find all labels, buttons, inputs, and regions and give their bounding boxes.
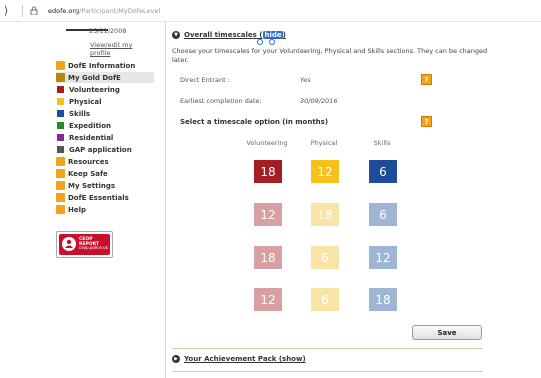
hide-link[interactable]: hide [263,31,283,39]
nav-label: GAP application [69,145,132,154]
main-content: ▼ Overall timescales (hide) Choose your … [165,22,495,378]
help-icon[interactable]: ? [421,116,432,127]
column-header-volunteering: Volunteering [246,139,288,147]
achievement-pack-header[interactable]: ▶ Your Achievement Pack (show) [172,355,306,363]
sidebar: 25/11/2008 View/edit my profile DofE Inf… [56,22,154,378]
nav-label: Skills [69,109,91,118]
ceop-badge: CEOP REPORT ceop.police.uk [59,234,110,255]
paren-open: ( [256,31,263,39]
url-domain: edofe.org [48,7,80,15]
option-1-physical[interactable]: 12 [311,160,339,183]
nav-label: Resources [68,157,109,166]
intro-text: Choose your timescales for your Voluntee… [172,47,488,64]
nav-label: Keep Safe [68,169,108,178]
lock-icon [30,6,38,15]
nav-keep-safe[interactable]: Keep Safe [56,168,154,179]
square-icon [57,122,64,129]
nav-expedition[interactable]: Expedition [56,120,154,131]
achievement-pack-link[interactable]: Your Achievement Pack (show) [184,355,306,363]
timescale-select-label: Select a timescale option (in months) [180,118,329,126]
content-border [165,22,166,378]
folder-icon [56,73,65,82]
square-icon [57,110,64,117]
nav-label: DofE Essentials [68,193,129,202]
help-icon [56,205,65,214]
ceop-url: ceop.police.uk [79,245,108,250]
nav-label: Expedition [69,121,112,130]
essentials-icon [56,193,65,202]
back-icon[interactable]: ⟩ [4,4,8,17]
nav-my-gold-dofe[interactable]: My Gold DofE [56,72,154,83]
direct-entrant-value: Yes [300,76,311,84]
option-2-physical[interactable]: 18 [311,203,339,226]
option-3-physical[interactable]: 6 [311,246,339,269]
ceop-logo-icon [62,237,76,251]
section-divider [172,348,482,349]
collapse-arrow-icon[interactable]: ▼ [172,31,180,39]
nav-help[interactable]: Help [56,204,154,215]
square-icon [57,86,64,93]
browser-address-bar: ⟩ edofe.org/Participant/MyDofeLevel [0,0,541,22]
cursor-icon [257,39,277,47]
paren-close: ) [282,31,286,39]
nav-label: Physical [69,97,102,106]
earliest-completion-label: Earliest completion date: [180,97,262,105]
direct-entrant-label: Direct Entrant : [180,76,230,84]
nav-volunteering[interactable]: Volunteering [56,84,154,95]
square-icon [57,146,64,153]
profile-date: 25/11/2008 [89,27,127,35]
section-divider [172,371,482,372]
divider [22,5,23,17]
option-4-volunteering[interactable]: 12 [254,288,282,311]
nav-label: My Settings [68,181,116,190]
option-2-volunteering[interactable]: 12 [254,203,282,226]
option-4-skills[interactable]: 18 [369,288,397,311]
expand-arrow-icon[interactable]: ▶ [172,355,180,363]
option-1-volunteering[interactable]: 18 [254,160,282,183]
nav-gap-application[interactable]: GAP application [56,144,154,155]
help-icon[interactable]: ? [421,74,432,85]
edit-profile-link[interactable]: View/edit my profile [90,41,154,57]
nav-label: DofE Information [68,61,136,70]
option-3-skills[interactable]: 12 [369,246,397,269]
option-3-volunteering[interactable]: 18 [254,246,282,269]
column-header-skills: Skills [373,139,391,147]
column-header-physical: Physical [310,139,338,147]
info-icon [56,61,65,70]
nav-label: Residential [69,133,114,142]
url-path: /Participant/MyDofeLevel [79,7,161,15]
overall-timescales-header[interactable]: ▼ Overall timescales (hide) [172,31,286,39]
option-4-physical[interactable]: 6 [311,288,339,311]
resources-icon [56,157,65,166]
section-title[interactable]: Overall timescales [184,31,257,39]
shield-icon [56,169,65,178]
square-icon [57,134,64,141]
url-text[interactable]: edofe.org/Participant/MyDofeLevel [48,7,160,15]
square-icon [57,98,64,105]
nav-residential[interactable]: Residential [56,132,154,143]
option-1-skills[interactable]: 6 [369,160,397,183]
nav-physical[interactable]: Physical [56,96,154,107]
nav-label: My Gold DofE [68,73,121,82]
nav-label: Volunteering [69,85,120,94]
nav-dofe-information[interactable]: DofE Information [56,60,154,71]
nav-my-settings[interactable]: My Settings [56,180,154,191]
settings-icon [56,181,65,190]
ceop-report-button[interactable]: CEOP REPORT ceop.police.uk [56,231,113,258]
nav-dofe-essentials[interactable]: DofE Essentials [56,192,154,203]
save-button[interactable]: Save [412,325,482,340]
nav-skills[interactable]: Skills [56,108,154,119]
option-2-skills[interactable]: 6 [369,203,397,226]
earliest-completion-value: 30/09/2016 [300,97,338,105]
nav-label: Help [68,205,87,214]
nav-resources[interactable]: Resources [56,156,154,167]
